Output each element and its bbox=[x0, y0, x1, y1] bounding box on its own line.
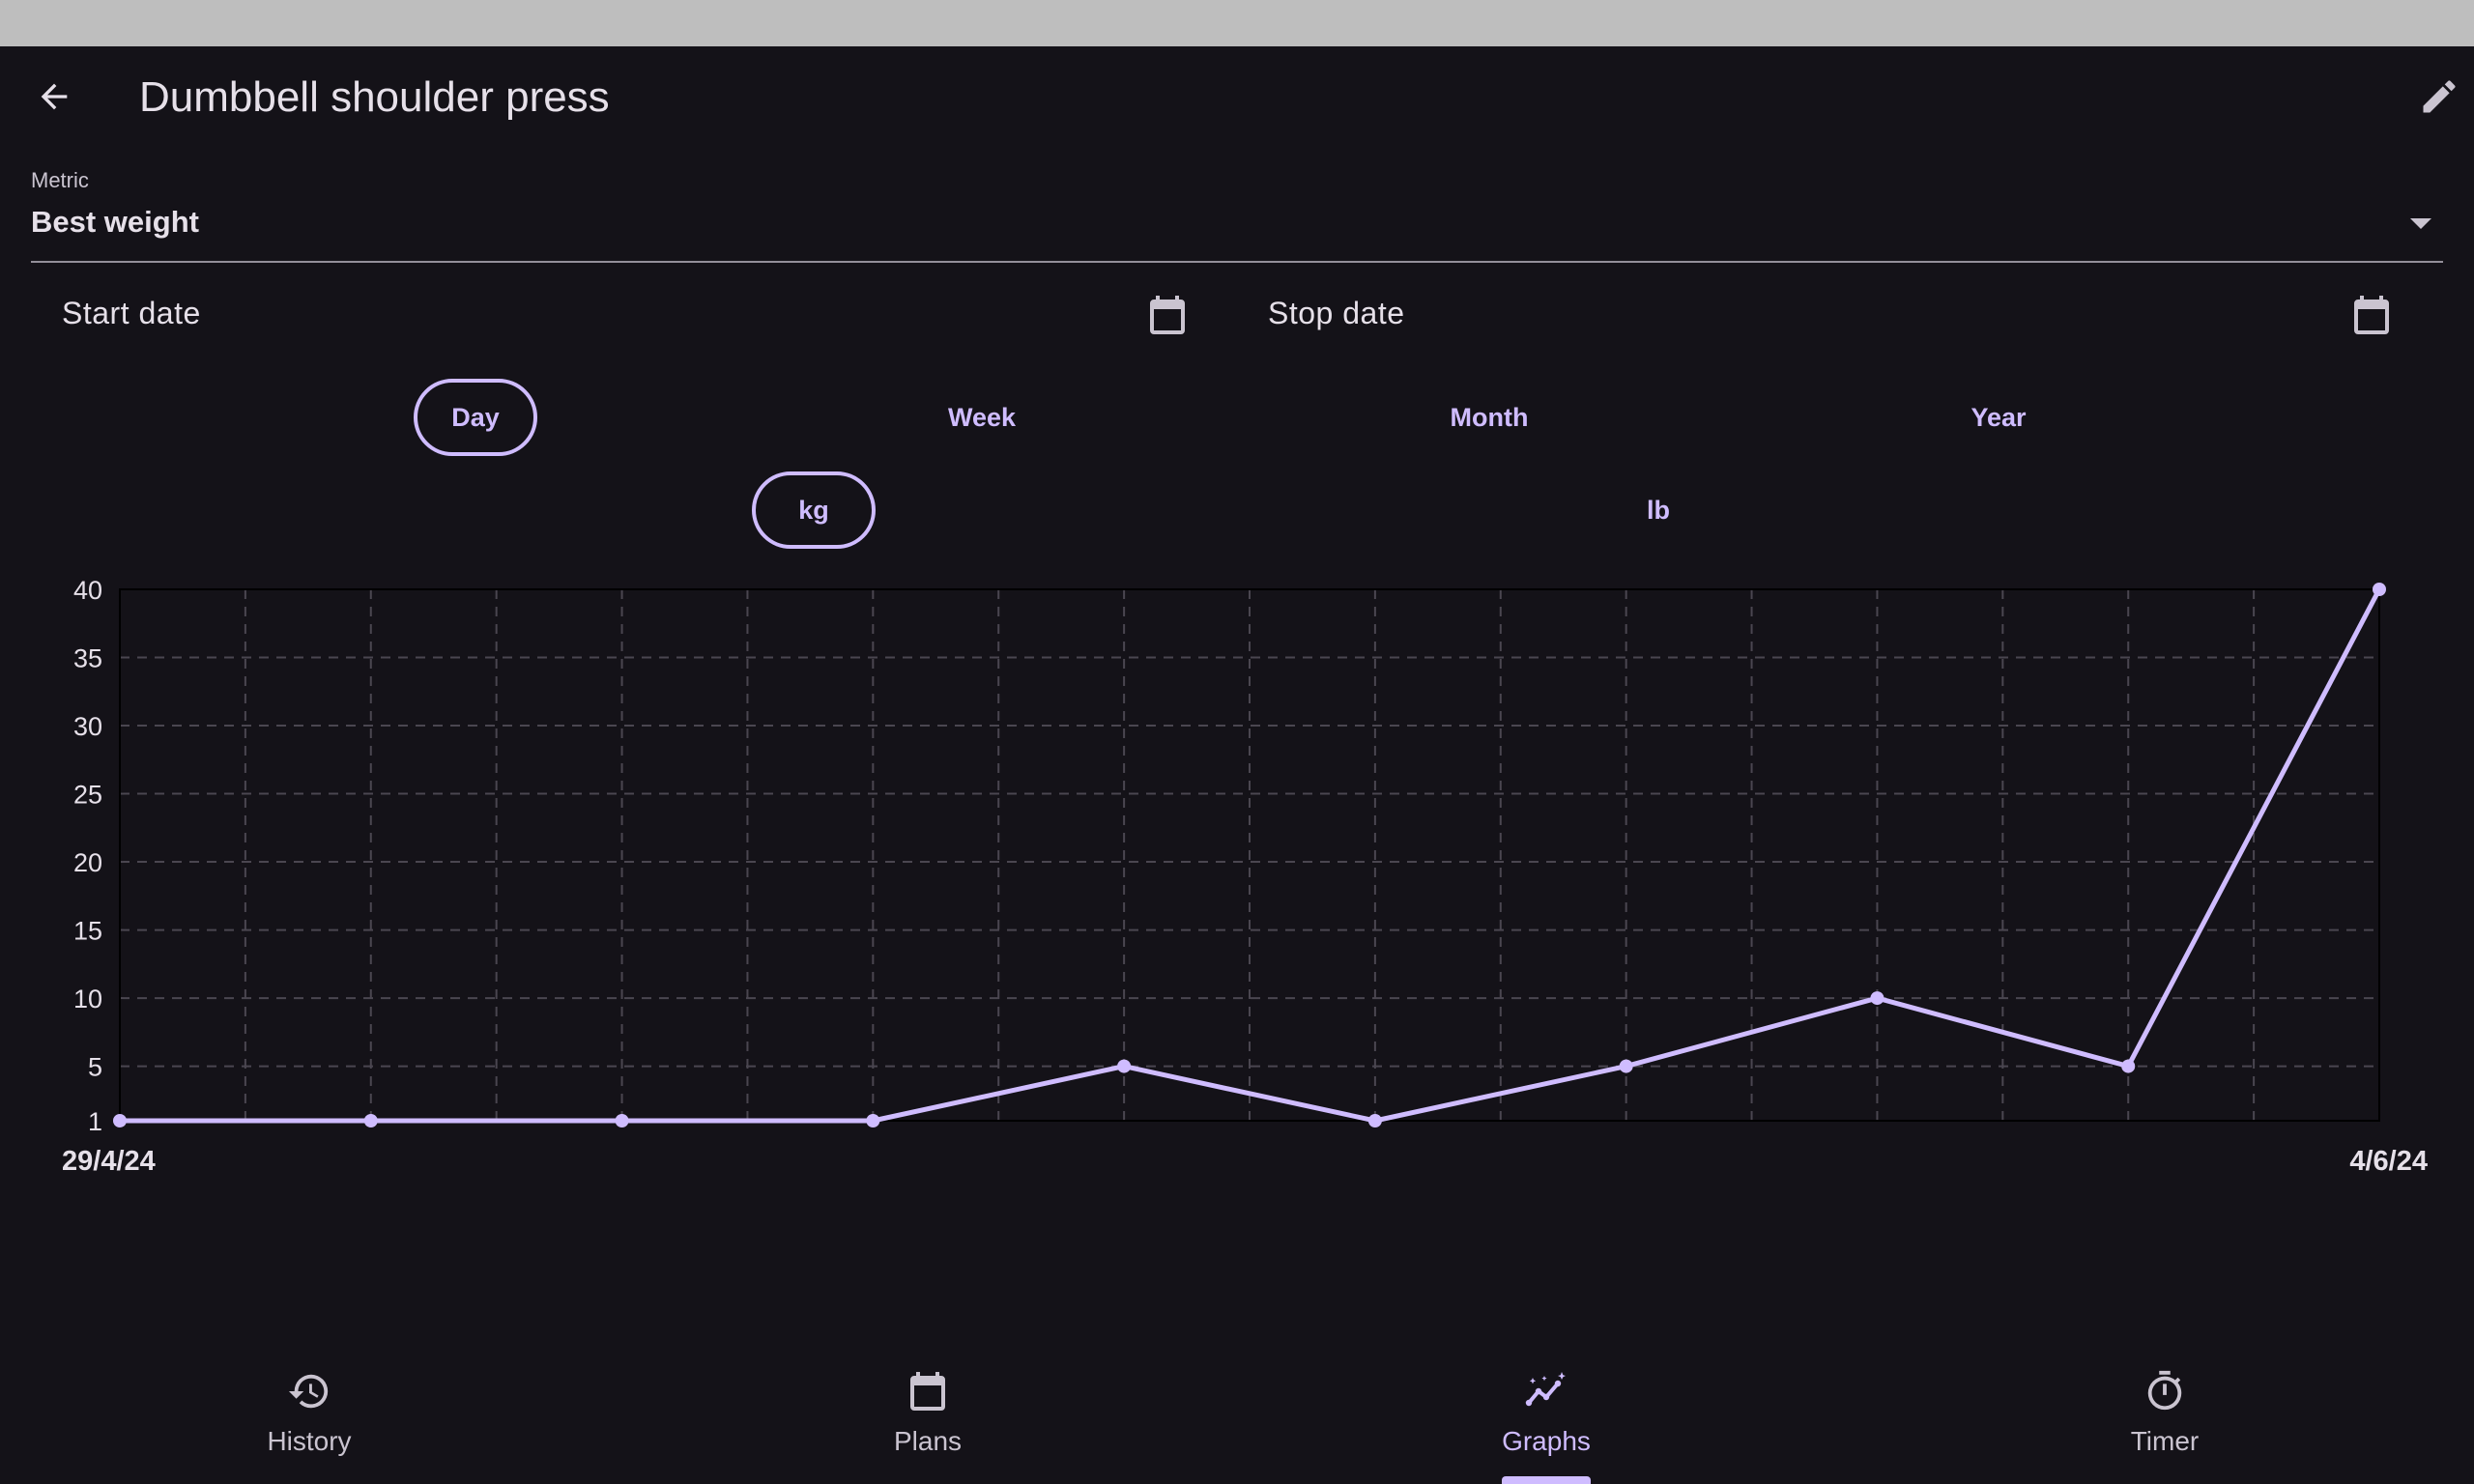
active-tab-indicator bbox=[1502, 1476, 1591, 1484]
nav-item-history[interactable]: History bbox=[116, 1337, 503, 1484]
graph-sparkle-icon bbox=[1525, 1372, 1566, 1407]
calendar-icon bbox=[910, 1372, 945, 1411]
data-point bbox=[615, 1114, 629, 1127]
data-point bbox=[2121, 1059, 2136, 1073]
arrow-left-icon bbox=[41, 83, 68, 110]
data-point bbox=[363, 1114, 378, 1127]
unit-lb-button[interactable]: lb bbox=[1620, 471, 1697, 549]
data-point bbox=[1870, 991, 1884, 1006]
nav-item-plans[interactable]: Plans bbox=[734, 1337, 1121, 1484]
period-day-button[interactable]: Day bbox=[414, 379, 537, 456]
period-year-button[interactable]: Year bbox=[1941, 379, 2057, 456]
edit-button[interactable] bbox=[2404, 66, 2474, 128]
period-month-button[interactable]: Month bbox=[1426, 379, 1552, 456]
bottom-navigation: History Plans Graphs Timer bbox=[0, 1337, 2474, 1484]
stop-date-label: Stop date bbox=[1268, 296, 1405, 330]
x-start-label: 29/4/24 bbox=[62, 1146, 156, 1177]
y-tick-label: 35 bbox=[73, 644, 102, 673]
data-point bbox=[113, 1114, 127, 1127]
timer-icon bbox=[2147, 1370, 2182, 1411]
metric-dropdown[interactable]: Metric Best weight bbox=[31, 160, 2443, 263]
stop-date-field[interactable]: Stop date bbox=[1268, 286, 2397, 348]
data-point bbox=[866, 1114, 880, 1127]
data-point bbox=[1117, 1059, 1132, 1073]
nav-label-plans: Plans bbox=[893, 1426, 963, 1456]
data-point bbox=[1619, 1059, 1633, 1073]
y-tick-label: 20 bbox=[73, 848, 102, 877]
period-week-button[interactable]: Week bbox=[924, 379, 1040, 456]
nav-item-timer[interactable]: Timer bbox=[1971, 1337, 2358, 1484]
y-tick-label: 5 bbox=[88, 1053, 102, 1082]
metric-label: Metric bbox=[31, 168, 89, 192]
metric-value: Best weight bbox=[31, 205, 199, 239]
x-end-label: 4/6/24 bbox=[2349, 1146, 2428, 1177]
nav-item-graphs[interactable]: Graphs bbox=[1353, 1337, 1740, 1484]
back-button[interactable] bbox=[19, 70, 89, 124]
pencil-icon bbox=[2423, 80, 2456, 113]
calendar-icon[interactable] bbox=[2348, 292, 2395, 338]
caret-down-icon bbox=[2410, 218, 2431, 229]
data-point bbox=[1367, 1114, 1382, 1127]
app-bar: Dumbbell shoulder press bbox=[0, 46, 2474, 153]
y-tick-label: 15 bbox=[73, 917, 102, 946]
y-tick-label: 1 bbox=[88, 1107, 102, 1136]
calendar-icon[interactable] bbox=[1144, 292, 1191, 338]
start-date-label: Start date bbox=[62, 296, 201, 330]
history-icon bbox=[288, 1374, 329, 1409]
page-title: Dumbbell shoulder press bbox=[139, 73, 610, 121]
nav-label-history: History bbox=[267, 1426, 352, 1456]
y-tick-label: 25 bbox=[73, 781, 102, 810]
nav-label-timer: Timer bbox=[2130, 1426, 2200, 1456]
y-tick-label: 10 bbox=[73, 985, 102, 1013]
y-tick-label: 30 bbox=[73, 712, 102, 741]
data-point bbox=[2373, 583, 2386, 596]
y-tick-label: 40 bbox=[73, 576, 102, 605]
weight-line-chart: 151015202530354029/4/24 4/6/24 bbox=[62, 576, 2428, 1177]
nav-label-graphs: Graphs bbox=[1502, 1426, 1591, 1456]
start-date-field[interactable]: Start date bbox=[62, 286, 1193, 348]
unit-kg-button[interactable]: kg bbox=[752, 471, 876, 549]
status-bar bbox=[0, 0, 2474, 46]
